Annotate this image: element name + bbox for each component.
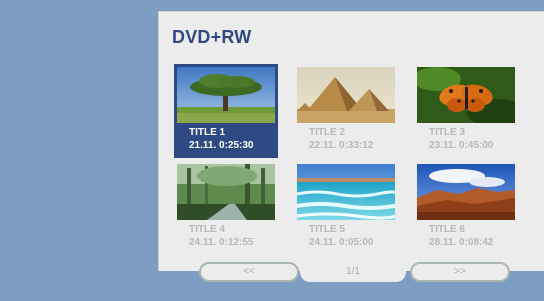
pyramids-thumbnail	[297, 67, 395, 123]
title-datetime: 23.11. 0:45:00	[429, 140, 494, 151]
title-tile-3[interactable]: TITLE 3 23.11. 0:45:00	[414, 64, 518, 158]
title-datetime: 24.11. 0:05:00	[309, 237, 374, 248]
title-name: TITLE 5	[309, 224, 346, 235]
title-name: TITLE 4	[189, 224, 226, 235]
canyon-thumbnail	[417, 164, 515, 220]
title-datetime: 24.11. 0:12:55	[189, 237, 254, 248]
title-name: TITLE 2	[309, 127, 346, 138]
forest-thumbnail	[177, 164, 275, 220]
title-tile-4[interactable]: TITLE 4 24.11. 0:12:55	[174, 161, 278, 255]
beach-thumbnail	[297, 164, 395, 220]
disc-title: DVD+RW	[172, 27, 252, 47]
title-tile-2[interactable]: TITLE 2 22.11. 0:33:12	[294, 64, 398, 158]
title-name: TITLE 6	[429, 224, 466, 235]
title-menu-panel: DVD+RW TITLE 1 21.11. 0:25:30 TITLE 2 22…	[158, 11, 544, 271]
butterfly-thumbnail	[417, 67, 515, 123]
title-datetime: 21.11. 0:25:30	[189, 140, 254, 151]
title-tile-6[interactable]: TITLE 6 28.11. 0:08:42	[414, 161, 518, 255]
title-datetime: 22.11. 0:33:12	[309, 140, 374, 151]
title-name: TITLE 1	[189, 127, 226, 138]
next-page-button[interactable]: >>	[410, 262, 510, 282]
title-name: TITLE 3	[429, 127, 466, 138]
page-indicator: 1/1	[300, 262, 406, 282]
title-datetime: 28.11. 0:08:42	[429, 237, 494, 248]
previous-page-button[interactable]: <<	[199, 262, 299, 282]
title-tile-5[interactable]: TITLE 5 24.11. 0:05:00	[294, 161, 398, 255]
title-tile-1[interactable]: TITLE 1 21.11. 0:25:30	[174, 64, 278, 158]
tree-thumbnail	[177, 67, 275, 123]
